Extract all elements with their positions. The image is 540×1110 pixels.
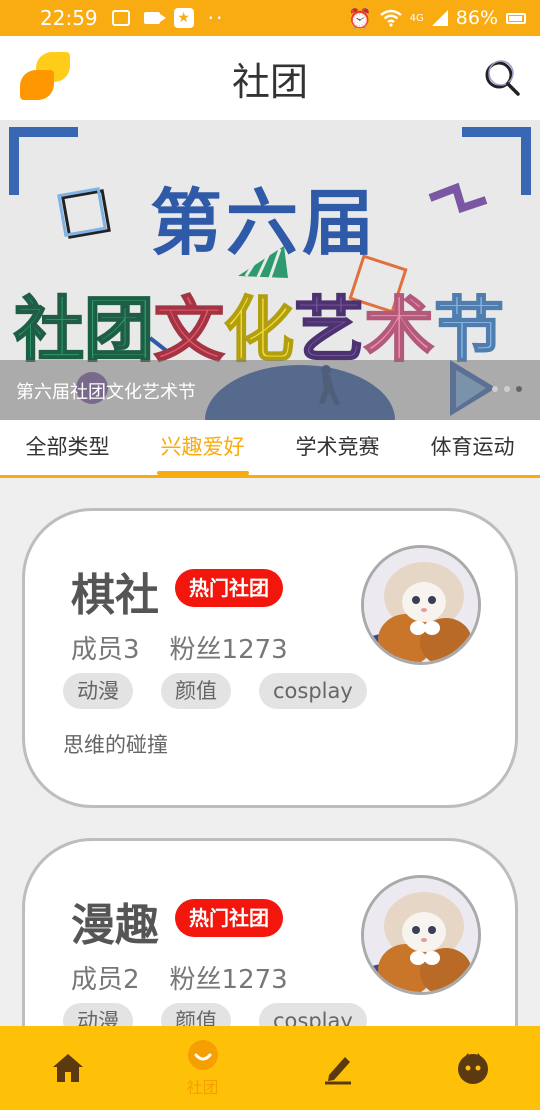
fan-count: 粉丝1273: [169, 965, 288, 995]
screenshot-icon: [111, 10, 130, 26]
app-logo-icon[interactable]: [20, 52, 70, 102]
fan-count: 粉丝1273: [169, 635, 288, 665]
signal-icon: [431, 10, 448, 26]
club-avatar[interactable]: [361, 875, 481, 995]
kitten-image: [364, 878, 478, 992]
member-count: 成员2: [71, 965, 140, 995]
club-avatar[interactable]: [361, 545, 481, 665]
club-description: 思维的碰撞: [63, 733, 168, 757]
status-bar: 22:59 ★ ·· ⏰ 4G 86%: [0, 0, 540, 36]
hot-badge: 热门社团: [175, 569, 283, 607]
banner-caption: 第六届社团文化艺术节: [16, 382, 196, 403]
carousel-indicator: [492, 386, 522, 392]
banner-title-line1: 第六届: [150, 180, 379, 265]
club-card[interactable]: 棋社 热门社团 成员3 粉丝1273 动漫 颜值 cosplay 思维的碰撞: [22, 508, 518, 808]
battery-percent: 86%: [455, 7, 498, 29]
carousel-dot-active[interactable]: [516, 386, 522, 392]
battery-icon: [506, 12, 526, 24]
carousel-dot[interactable]: [504, 386, 510, 392]
carousel-dot[interactable]: [492, 386, 498, 392]
video-icon: [143, 12, 166, 24]
network-type: 4G: [409, 12, 424, 24]
club-name: 漫趣: [71, 900, 159, 951]
nav-profile[interactable]: [433, 1026, 513, 1110]
member-count: 成员3: [71, 635, 140, 665]
smile-icon: [187, 1040, 218, 1070]
hot-badge: 热门社团: [175, 899, 283, 937]
status-time: 22:59: [40, 6, 98, 30]
search-icon[interactable]: [482, 58, 522, 98]
club-stats: 成员2 粉丝1273: [71, 959, 288, 996]
wifi-icon: [379, 9, 402, 27]
club-name: 棋社: [71, 570, 159, 621]
nav-club-label: 社团: [186, 1078, 219, 1097]
star-app-icon: ★: [173, 8, 194, 28]
banner-carousel[interactable]: 第六届 社 团 文 化 艺 术 节 第六届社团文化艺术节: [0, 120, 540, 420]
kitten-image: [364, 548, 478, 662]
tab-academic[interactable]: 学术竞赛: [292, 419, 384, 477]
bottom-nav: 社团: [0, 1026, 540, 1110]
tab-sports[interactable]: 体育运动: [427, 419, 519, 477]
nav-post[interactable]: [298, 1026, 378, 1110]
category-tabs: 全部类型 兴趣爱好 学术竞赛 体育运动: [0, 420, 540, 478]
app-header: 社团: [0, 36, 540, 120]
nav-home[interactable]: [28, 1026, 108, 1110]
tag-list: 动漫 颜值 cosplay: [63, 673, 367, 709]
home-icon: [52, 1054, 83, 1082]
tag[interactable]: 动漫: [63, 673, 133, 709]
nav-club[interactable]: 社团: [163, 1026, 243, 1110]
club-stats: 成员3 粉丝1273: [71, 629, 288, 666]
face-icon: [457, 1053, 488, 1084]
alarm-icon: ⏰: [347, 7, 372, 30]
tab-all-types[interactable]: 全部类型: [22, 419, 114, 477]
more-notifications: ··: [207, 6, 225, 30]
page-title: 社团: [231, 59, 308, 104]
tab-interests[interactable]: 兴趣爱好: [156, 419, 249, 477]
pen-icon: [324, 1057, 351, 1085]
tag[interactable]: 颜值: [161, 673, 231, 709]
tag[interactable]: cosplay: [259, 673, 367, 709]
